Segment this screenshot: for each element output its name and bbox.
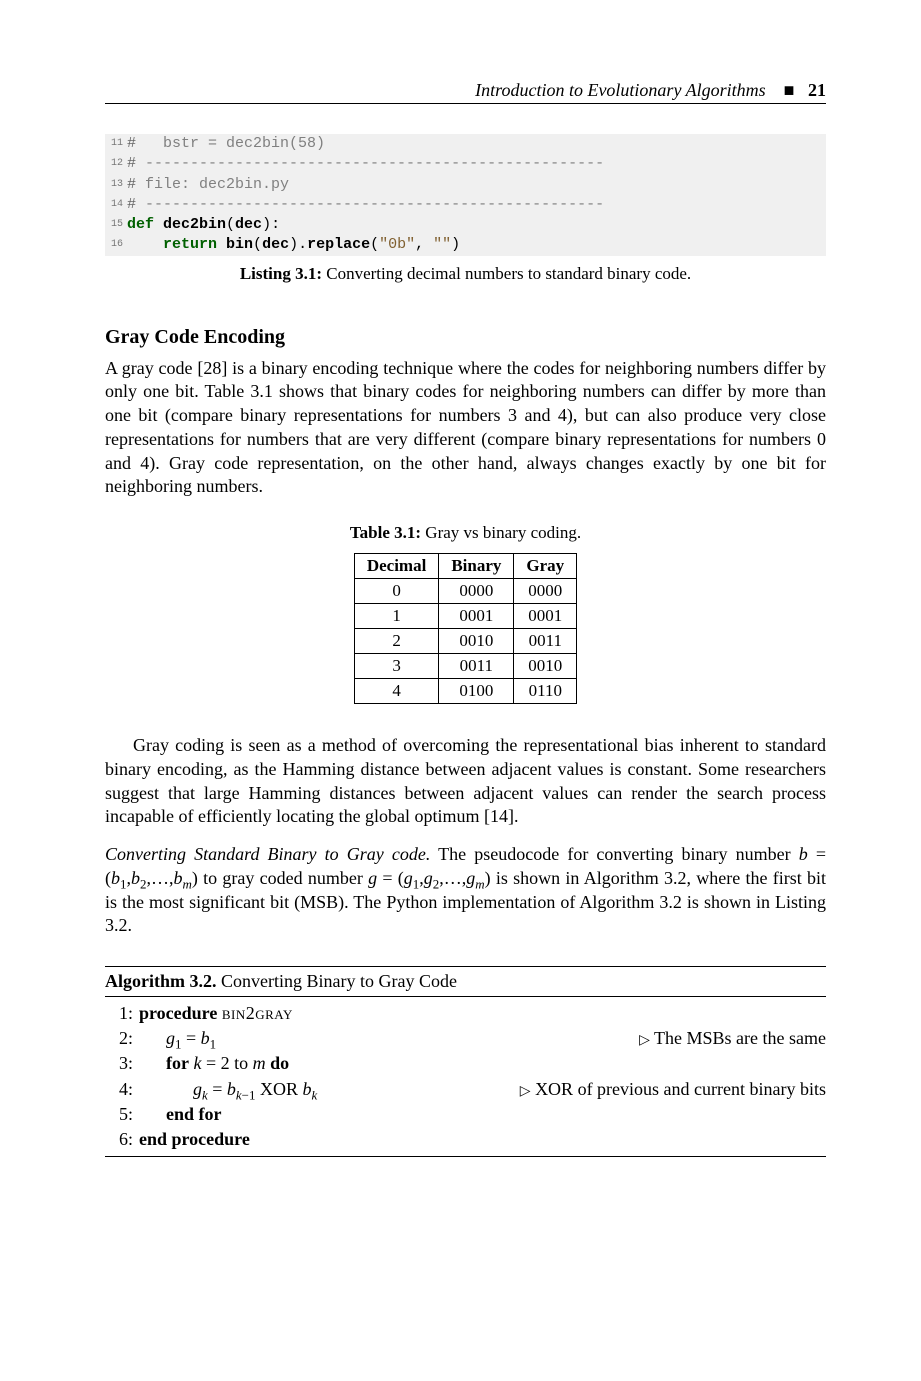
table-row: 300110010 <box>354 654 576 679</box>
table-cell: 0001 <box>439 604 514 629</box>
algorithm-title: Algorithm 3.2. Converting Binary to Gray… <box>105 967 826 996</box>
table-cell: 0110 <box>514 679 577 704</box>
algorithm-content: end procedure <box>139 1127 826 1152</box>
listing-label: Listing 3.1: <box>240 264 322 283</box>
algorithm-line-number: 4: <box>105 1077 139 1102</box>
table-cell: 3 <box>354 654 438 679</box>
code-line: 16 return bin(dec).replace("0b", "") <box>105 235 826 255</box>
code-line: 13# file: dec2bin.py <box>105 175 826 195</box>
line-number: 14 <box>105 195 127 215</box>
table-cell: 0100 <box>439 679 514 704</box>
algorithm-content: for k = 2 to m do <box>139 1051 826 1076</box>
code-content: # file: dec2bin.py <box>127 175 289 195</box>
algorithm-line: 6:end procedure <box>105 1127 826 1152</box>
algorithm-title-text: Converting Binary to Gray Code <box>217 971 457 991</box>
header-marker: ■ <box>784 80 795 100</box>
table-row: 100010001 <box>354 604 576 629</box>
paragraph-2: Gray coding is seen as a method of overc… <box>105 734 826 829</box>
code-content: return bin(dec).replace("0b", "") <box>127 235 460 255</box>
algorithm-line: 1:procedure bin2gray <box>105 1001 826 1026</box>
table-cell: 0010 <box>439 629 514 654</box>
algorithm-block: Algorithm 3.2. Converting Binary to Gray… <box>105 966 826 1157</box>
line-number: 15 <box>105 215 127 235</box>
code-line: 11# bstr = dec2bin(58) <box>105 134 826 154</box>
listing-caption: Listing 3.1: Converting decimal numbers … <box>105 264 826 284</box>
code-line: 14# ------------------------------------… <box>105 195 826 215</box>
algorithm-line-number: 3: <box>105 1051 139 1076</box>
algorithm-comment: ▷ XOR of previous and current binary bit… <box>508 1077 826 1102</box>
algorithm-line: 3: for k = 2 to m do <box>105 1051 826 1076</box>
algorithm-comment: ▷ The MSBs are the same <box>627 1026 826 1051</box>
table-caption: Table 3.1: Gray vs binary coding. <box>105 523 826 543</box>
code-line: 15def dec2bin(dec): <box>105 215 826 235</box>
table-cell: 1 <box>354 604 438 629</box>
line-number: 13 <box>105 175 127 195</box>
header-title: Introduction to Evolutionary Algorithms <box>475 80 766 100</box>
line-number: 11 <box>105 134 127 154</box>
algorithm-line-number: 1: <box>105 1001 139 1026</box>
paragraph-1: A gray code [28] is a binary encoding te… <box>105 357 826 500</box>
code-listing: 11# bstr = dec2bin(58)12# --------------… <box>105 134 826 256</box>
table-cell: 2 <box>354 629 438 654</box>
code-content: def dec2bin(dec): <box>127 215 280 235</box>
table-body: 0000000001000100012001000113001100104010… <box>354 579 576 704</box>
algorithm-content: g1 = b1 <box>139 1026 627 1051</box>
table-cell: 0001 <box>514 604 577 629</box>
line-number: 12 <box>105 154 127 174</box>
algorithm-line: 2: g1 = b1▷ The MSBs are the same <box>105 1026 826 1051</box>
table-cell: 0000 <box>439 579 514 604</box>
listing-caption-text: Converting decimal numbers to standard b… <box>322 264 691 283</box>
page: Introduction to Evolutionary Algorithms … <box>0 0 921 1217</box>
table-row: 000000000 <box>354 579 576 604</box>
algorithm-content: end for <box>139 1102 826 1127</box>
table-cell: 0010 <box>514 654 577 679</box>
algorithm-label: Algorithm 3.2. <box>105 971 217 991</box>
code-content: # --------------------------------------… <box>127 195 604 215</box>
table-header-cell: Decimal <box>354 554 438 579</box>
algorithm-line: 5: end for <box>105 1102 826 1127</box>
algorithm-content: gk = bk−1 XOR bk <box>139 1077 508 1102</box>
running-header: Introduction to Evolutionary Algorithms … <box>105 80 826 104</box>
gray-vs-binary-table: DecimalBinaryGray 0000000001000100012001… <box>354 553 577 704</box>
page-number: 21 <box>808 80 826 100</box>
table-header-row: DecimalBinaryGray <box>354 554 576 579</box>
table-cell: 0 <box>354 579 438 604</box>
table-header-cell: Binary <box>439 554 514 579</box>
section-heading: Gray Code Encoding <box>105 326 826 349</box>
code-line: 12# ------------------------------------… <box>105 154 826 174</box>
table-cell: 4 <box>354 679 438 704</box>
line-number: 16 <box>105 235 127 255</box>
algorithm-body: 1:procedure bin2gray2: g1 = b1▷ The MSBs… <box>105 997 826 1156</box>
table-row: 401000110 <box>354 679 576 704</box>
table-label: Table 3.1: <box>350 523 421 542</box>
code-content: # --------------------------------------… <box>127 154 604 174</box>
algorithm-line-number: 2: <box>105 1026 139 1051</box>
algorithm-line-number: 5: <box>105 1102 139 1127</box>
table-cell: 0011 <box>514 629 577 654</box>
table-cell: 0011 <box>439 654 514 679</box>
table-caption-text: Gray vs binary coding. <box>421 523 581 542</box>
table-cell: 0000 <box>514 579 577 604</box>
code-content: # bstr = dec2bin(58) <box>127 134 325 154</box>
paragraph-3: Converting Standard Binary to Gray code.… <box>105 843 826 938</box>
table-header-cell: Gray <box>514 554 577 579</box>
table-row: 200100011 <box>354 629 576 654</box>
algorithm-line: 4: gk = bk−1 XOR bk▷ XOR of previous and… <box>105 1077 826 1102</box>
algorithm-content: procedure bin2gray <box>139 1001 826 1026</box>
algorithm-line-number: 6: <box>105 1127 139 1152</box>
run-in-heading: Converting Standard Binary to Gray code. <box>105 844 430 864</box>
